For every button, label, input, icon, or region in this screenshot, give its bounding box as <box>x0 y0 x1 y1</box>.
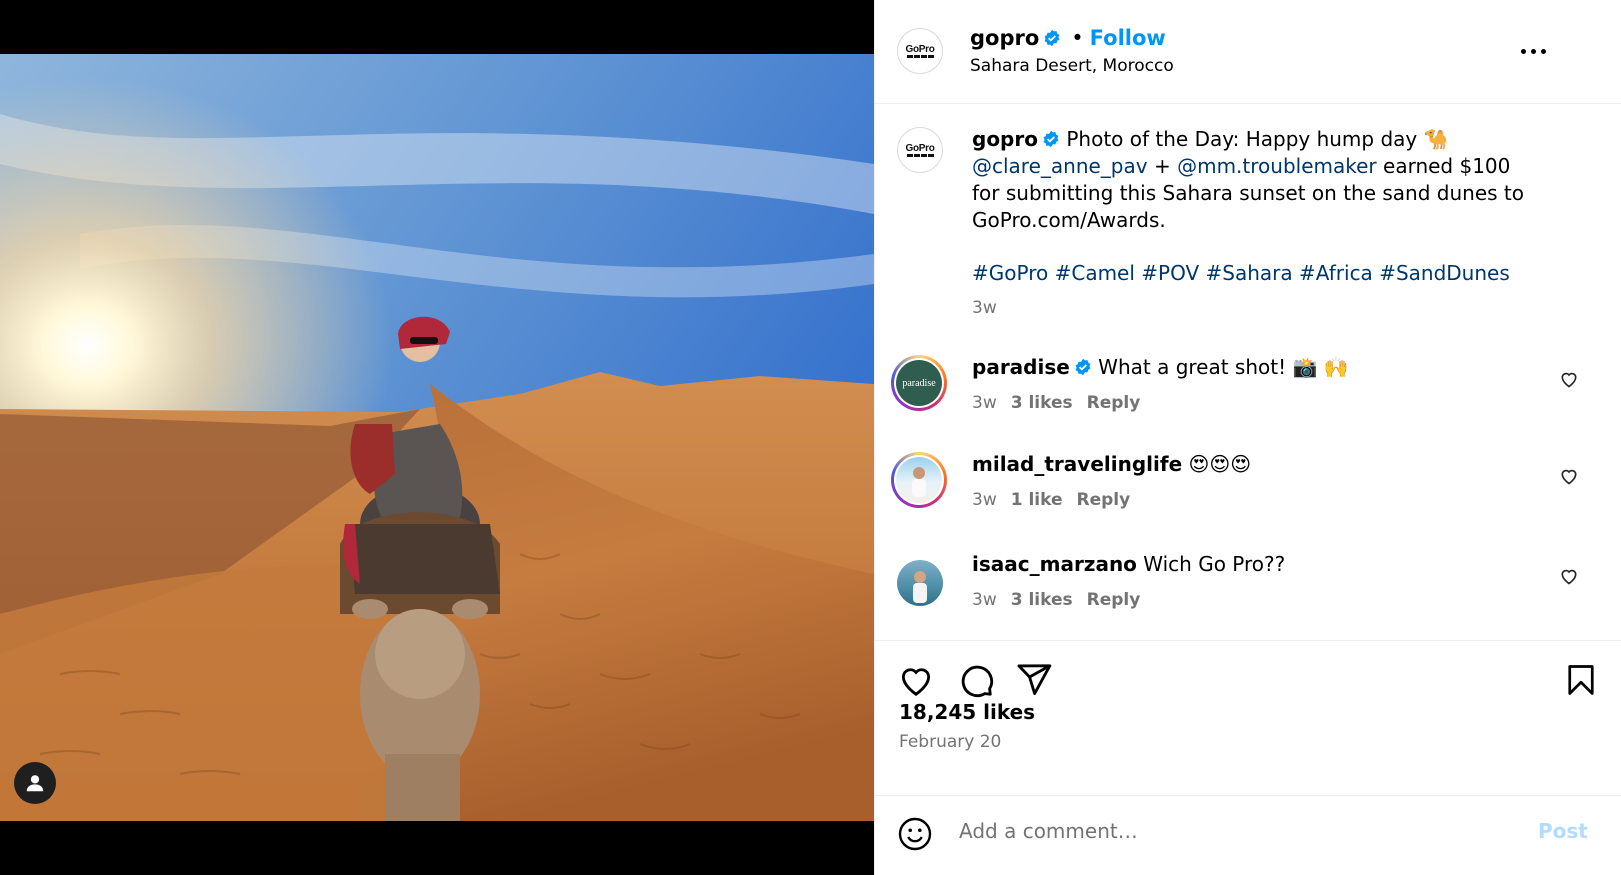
caption-text: Photo of the Day: Happy hump day 🐪 <box>1066 127 1449 151</box>
reply-button[interactable]: Reply <box>1087 590 1141 610</box>
comment-body: What a great shot! 📸 🙌 <box>1098 355 1349 379</box>
media-panel <box>0 0 874 875</box>
caption-joiner: + <box>1147 154 1178 178</box>
photo-illustration <box>0 54 874 821</box>
commenter-avatar[interactable] <box>897 560 943 606</box>
follow-button[interactable]: Follow <box>1090 26 1166 50</box>
comment-meta: 3w 3 likes Reply <box>972 393 1140 413</box>
caption-time[interactable]: 3w <box>972 295 1532 322</box>
hashtag-link[interactable]: #Camel <box>1055 261 1135 285</box>
header-separator: • <box>1071 26 1084 50</box>
caption: gopro Photo of the Day: Happy hump day 🐪… <box>972 126 1532 322</box>
post-header: gopro • Follow <box>970 26 1166 50</box>
gopro-logo: GoPro <box>905 43 935 55</box>
gopro-logo-bars <box>906 54 934 58</box>
caption-avatar[interactable]: GoPro <box>897 127 943 173</box>
author-avatar[interactable]: GoPro <box>897 28 943 74</box>
comment-meta: 3w 3 likes Reply <box>972 590 1140 610</box>
author-username[interactable]: gopro <box>970 26 1039 50</box>
comment-text: isaac_marzano Wich Go Pro?? <box>972 552 1512 576</box>
comment-time[interactable]: 3w <box>972 490 997 510</box>
comment-time[interactable]: 3w <box>972 590 997 610</box>
user-tag-icon <box>26 775 44 792</box>
comment-meta: 3w 1 like Reply <box>972 490 1130 510</box>
composer-divider <box>875 795 1621 796</box>
heart-icon[interactable] <box>1559 466 1579 486</box>
reply-button[interactable]: Reply <box>1087 393 1141 413</box>
commenter-avatar[interactable]: paradise <box>891 355 947 411</box>
post-details-panel: GoPro gopro • Follow Sahara Desert, Morocc… <box>874 0 1621 875</box>
post-date[interactable]: February 20 <box>899 732 1001 752</box>
caption-username[interactable]: gopro <box>972 127 1038 151</box>
commenter-username[interactable]: paradise <box>972 355 1070 379</box>
gopro-logo-bars <box>906 153 934 157</box>
comment-text: milad_travelinglife 😍😍😍 <box>972 452 1512 476</box>
mention-link[interactable]: @clare_anne_pav <box>972 154 1148 178</box>
comment-icon[interactable] <box>957 661 995 699</box>
likes-count[interactable]: 18,245 likes <box>899 700 1035 724</box>
more-options-icon <box>1520 48 1546 54</box>
post-comment-button[interactable]: Post <box>1538 819 1588 843</box>
comment-body: 😍😍😍 <box>1188 452 1252 476</box>
share-icon[interactable] <box>1015 661 1053 699</box>
header-divider <box>875 103 1621 104</box>
hashtag-link[interactable]: #POV <box>1141 261 1199 285</box>
verified-icon <box>1044 29 1060 47</box>
post-photo[interactable] <box>0 54 874 821</box>
hashtag-link[interactable]: #Africa <box>1299 261 1373 285</box>
commenter-username[interactable]: isaac_marzano <box>972 552 1137 576</box>
commenter-username[interactable]: milad_travelinglife <box>972 452 1182 476</box>
heart-icon[interactable] <box>897 661 935 699</box>
verified-icon <box>1043 130 1059 148</box>
comment-item: isaac_marzano Wich Go Pro?? 3w 3 likes Rep… <box>875 552 1621 642</box>
heart-icon[interactable] <box>1559 369 1579 389</box>
comment-time[interactable]: 3w <box>972 393 997 413</box>
comment-likes[interactable]: 3 likes <box>1011 393 1073 413</box>
emoji-icon[interactable] <box>897 816 933 852</box>
comment-likes[interactable]: 3 likes <box>1011 590 1073 610</box>
comment-item: paradise paradise What a great shot! 📸 🙌… <box>875 355 1621 445</box>
verified-icon <box>1075 358 1091 376</box>
hashtag-link[interactable]: #GoPro <box>972 261 1048 285</box>
hashtag-link[interactable]: #Sahara <box>1206 261 1293 285</box>
mention-link[interactable]: @mm.troublemaker <box>1177 154 1377 178</box>
person-photo <box>913 571 927 603</box>
hashtag-link[interactable]: #SandDunes <box>1379 261 1510 285</box>
heart-icon[interactable] <box>1559 566 1579 586</box>
post-location[interactable]: Sahara Desert, Morocco <box>970 56 1174 76</box>
user-tag-button[interactable] <box>14 762 56 804</box>
more-options-button[interactable] <box>1513 34 1553 68</box>
actions-divider <box>875 640 1621 641</box>
comment-likes[interactable]: 1 like <box>1011 490 1063 510</box>
paradise-logo: paradise <box>902 377 936 389</box>
bookmark-icon[interactable] <box>1563 661 1599 699</box>
person-photo <box>912 467 926 497</box>
add-comment-input[interactable] <box>957 818 1521 844</box>
reply-button[interactable]: Reply <box>1077 490 1131 510</box>
gopro-logo: GoPro <box>905 142 935 154</box>
comment-item: milad_travelinglife 😍😍😍 3w 1 like Reply <box>875 452 1621 542</box>
comment-text: paradise What a great shot! 📸 🙌 <box>972 355 1512 379</box>
commenter-avatar[interactable] <box>891 452 947 508</box>
hashtag-list: #GoPro #Camel #POV #Sahara #Africa #Sand… <box>972 260 1532 287</box>
comment-body: Wich Go Pro?? <box>1143 552 1286 576</box>
